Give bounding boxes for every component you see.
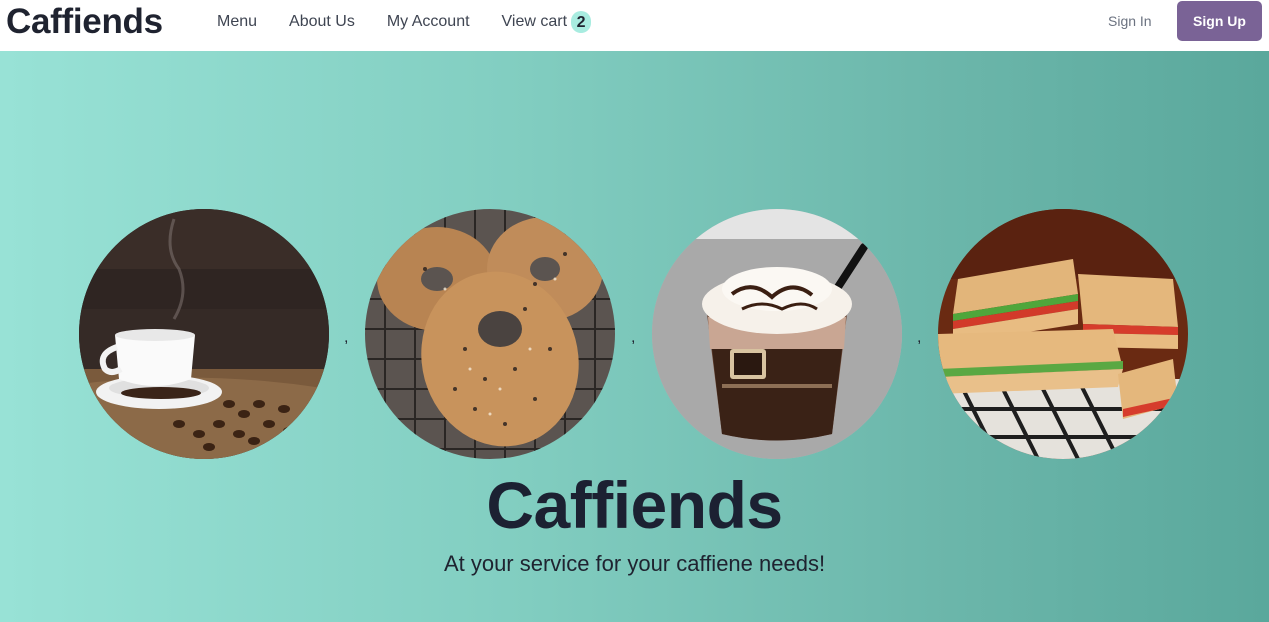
coffee-cup-image (79, 209, 329, 459)
sign-up-button[interactable]: Sign Up (1177, 1, 1262, 41)
nav-link-my-account[interactable]: My Account (387, 13, 470, 31)
navbar: Caffiends Menu About Us My Account View … (0, 0, 1269, 51)
nav-link-view-cart[interactable]: View cart 2 (501, 10, 592, 33)
sign-in-link[interactable]: Sign In (1108, 13, 1152, 29)
nav-links: Menu About Us My Account View cart 2 (217, 0, 592, 43)
nav-link-menu[interactable]: Menu (217, 13, 257, 31)
hero-subtitle: At your service for your caffiene needs! (443, 551, 826, 576)
separator-2: , (631, 329, 636, 346)
separator-3: , (917, 329, 922, 346)
brand-logo[interactable]: Caffiends (6, 2, 163, 42)
separator-1: , (344, 329, 349, 346)
hero-title: Caffiends (486, 468, 783, 542)
view-cart-label: View cart (501, 12, 568, 30)
hero-section: , , , Caffiends At your service for your… (0, 51, 1269, 622)
bagels-image (365, 209, 615, 459)
nav-link-about-us[interactable]: About Us (289, 13, 355, 31)
cart-count-badge: 2 (571, 10, 592, 33)
iced-mocha-image (652, 209, 902, 459)
sandwiches-image (938, 209, 1188, 459)
